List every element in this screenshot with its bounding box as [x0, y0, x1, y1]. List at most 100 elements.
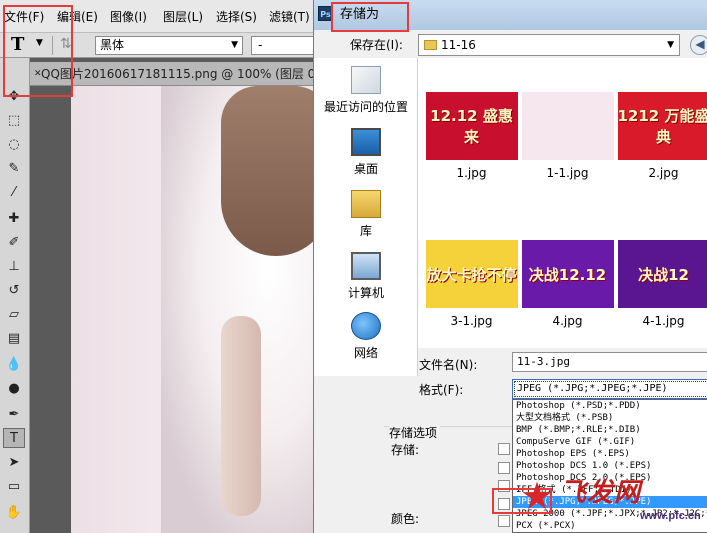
eraser-tool-icon[interactable]: ▱ [3, 304, 25, 324]
pen-tool-icon[interactable]: ✒ [3, 404, 25, 424]
format-option[interactable]: BMP (*.BMP;*.RLE;*.DIB) [513, 424, 707, 436]
thumbnail-text: 决战12 [638, 265, 689, 284]
file-name: 2.jpg [648, 166, 679, 180]
file-name: 1.jpg [456, 166, 487, 180]
chevron-down-icon: ▼ [667, 40, 674, 50]
format-option[interactable]: 大型文档格式 (*.PSB) [513, 412, 707, 424]
photo-hair [221, 86, 320, 256]
menu-image[interactable]: 图像(I) [106, 8, 159, 25]
font-style-value: - [258, 38, 263, 52]
photo-arm [221, 316, 261, 516]
file-name: 3-1.jpg [450, 314, 493, 328]
filename-input[interactable]: 11-3.jpg [512, 352, 707, 372]
place-desktop[interactable]: 桌面 [314, 128, 418, 177]
thumbnail-text: 放大卡抢不停 [426, 265, 517, 284]
file-name: 4-1.jpg [642, 314, 685, 328]
file-thumbnail: 决战12.12 [521, 240, 614, 308]
healing-brush-tool-icon[interactable]: ✚ [3, 208, 25, 228]
file-name: 1-1.jpg [546, 166, 589, 180]
file-item[interactable]: 放大卡抢不停 3-1.jpg [424, 240, 519, 328]
place-label: 桌面 [353, 162, 378, 176]
file-thumbnail: 1212 万能盛典 [617, 92, 707, 160]
save-as-dialog: Ps 存储为 保存在(I): 11-16 ▼ ◀ 最近访问的位置 桌面 库 计算… [313, 0, 707, 533]
place-computer[interactable]: 计算机 [314, 252, 418, 301]
place-label: 库 [359, 224, 372, 238]
save-in-label: 保存在(I): [350, 38, 403, 52]
marquee-tool-icon[interactable]: ⬚ [3, 110, 25, 130]
file-thumbnail [521, 92, 614, 160]
clone-stamp-tool-icon[interactable]: ⊥ [3, 256, 25, 276]
file-thumbnail: 放大卡抢不停 [425, 240, 518, 308]
place-recent[interactable]: 最近访问的位置 [314, 66, 418, 115]
store-label: 存储: [391, 443, 420, 457]
library-icon [351, 190, 381, 218]
font-family-select[interactable]: 黑体 ▼ [95, 36, 243, 55]
place-label: 最近访问的位置 [323, 100, 408, 114]
eyedropper-tool-icon[interactable]: ⁄ [3, 182, 25, 202]
network-icon [351, 312, 381, 340]
toolbox: ✥ ⬚ ◌ ✎ ⁄ ✚ ✐ ⊥ ↺ ▱ ▤ 💧 ● ✒ T ➤ ▭ ✋ [0, 58, 30, 533]
history-brush-tool-icon[interactable]: ↺ [3, 280, 25, 300]
place-label: 计算机 [347, 286, 384, 300]
format-select[interactable]: JPEG (*.JPG;*.JPEG;*.JPE) [512, 379, 707, 399]
lasso-tool-icon[interactable]: ◌ [3, 134, 25, 154]
places-sidebar: 最近访问的位置 桌面 库 计算机 网络 [314, 58, 418, 376]
annotation-box-file-menu [3, 5, 73, 97]
store-option-checkbox[interactable] [498, 443, 510, 455]
place-label: 网络 [353, 346, 378, 360]
quick-select-tool-icon[interactable]: ✎ [3, 158, 25, 178]
watermark-text: 飞发网 [560, 478, 642, 508]
file-list: 12.12 盛惠来 1.jpg 1-1.jpg 1212 万能盛典 2.jpg … [418, 58, 707, 348]
hand-tool-icon[interactable]: ✋ [3, 502, 25, 522]
document-title: QQ图片20160617181115.png @ 100% (图层 0, R( [41, 67, 320, 81]
place-network[interactable]: 网络 [314, 312, 418, 361]
menu-filter[interactable]: 滤镜(T) [265, 8, 318, 25]
filename-label: 文件名(N): [419, 358, 478, 372]
menu-select[interactable]: 选择(S) [212, 8, 265, 25]
watermark-url: www.pfc.cn [640, 510, 701, 522]
place-libraries[interactable]: 库 [314, 190, 418, 239]
path-select-tool-icon[interactable]: ➤ [3, 452, 25, 472]
font-style-select[interactable]: - [251, 36, 321, 55]
file-item[interactable]: 12.12 盛惠来 1.jpg [424, 92, 519, 180]
back-button[interactable]: ◀ [690, 35, 707, 55]
recent-places-icon [351, 66, 381, 94]
blur-tool-icon[interactable]: 💧 [3, 354, 25, 374]
desktop-icon [351, 128, 381, 156]
format-option[interactable]: Photoshop EPS (*.EPS) [513, 448, 707, 460]
menu-layer[interactable]: 图层(L) [159, 8, 212, 25]
thumbnail-text: 决战12.12 [528, 265, 607, 284]
site-watermark-logo: ★ 飞发网 www.pfc.cn [520, 470, 707, 533]
store-option-checkbox[interactable] [498, 462, 510, 474]
back-arrow-icon: ◀ [695, 37, 705, 51]
file-item[interactable]: 1212 万能盛典 2.jpg [616, 92, 707, 180]
save-in-select[interactable]: 11-16 ▼ [418, 34, 680, 56]
dodge-tool-icon[interactable]: ● [3, 378, 25, 398]
document-tab[interactable]: ✕ QQ图片20160617181115.png @ 100% (图层 0, R… [30, 62, 320, 86]
type-tool-icon[interactable]: T [3, 428, 25, 448]
file-name: 4.jpg [552, 314, 583, 328]
chevron-down-icon: ▼ [231, 40, 238, 50]
format-label: 格式(F): [419, 383, 464, 397]
thumbnail-text: 12.12 盛惠来 [430, 107, 513, 146]
shape-tool-icon[interactable]: ▭ [3, 476, 25, 496]
format-option[interactable]: CompuServe GIF (*.GIF) [513, 436, 707, 448]
document-canvas[interactable] [71, 86, 320, 533]
file-thumbnail: 决战12 [617, 240, 707, 308]
color-label: 颜色: [391, 512, 420, 526]
gradient-tool-icon[interactable]: ▤ [3, 328, 25, 348]
file-item[interactable]: 决战12.12 4.jpg [520, 240, 615, 328]
annotation-box-dialog-title [331, 2, 409, 32]
save-options-title: 存储选项 [389, 424, 441, 441]
file-item[interactable]: 1-1.jpg [520, 92, 615, 180]
color-option-checkbox[interactable] [498, 515, 510, 527]
computer-icon [351, 252, 381, 280]
folder-icon [424, 40, 437, 50]
save-in-value: 11-16 [441, 38, 476, 52]
file-thumbnail: 12.12 盛惠来 [425, 92, 518, 160]
format-option[interactable]: Photoshop (*.PSD;*.PDD) [513, 400, 707, 412]
thumbnail-text: 1212 万能盛典 [617, 107, 707, 146]
brush-tool-icon[interactable]: ✐ [3, 232, 25, 252]
file-item[interactable]: 决战12 4-1.jpg [616, 240, 707, 328]
font-family-value: 黑体 [100, 38, 125, 52]
